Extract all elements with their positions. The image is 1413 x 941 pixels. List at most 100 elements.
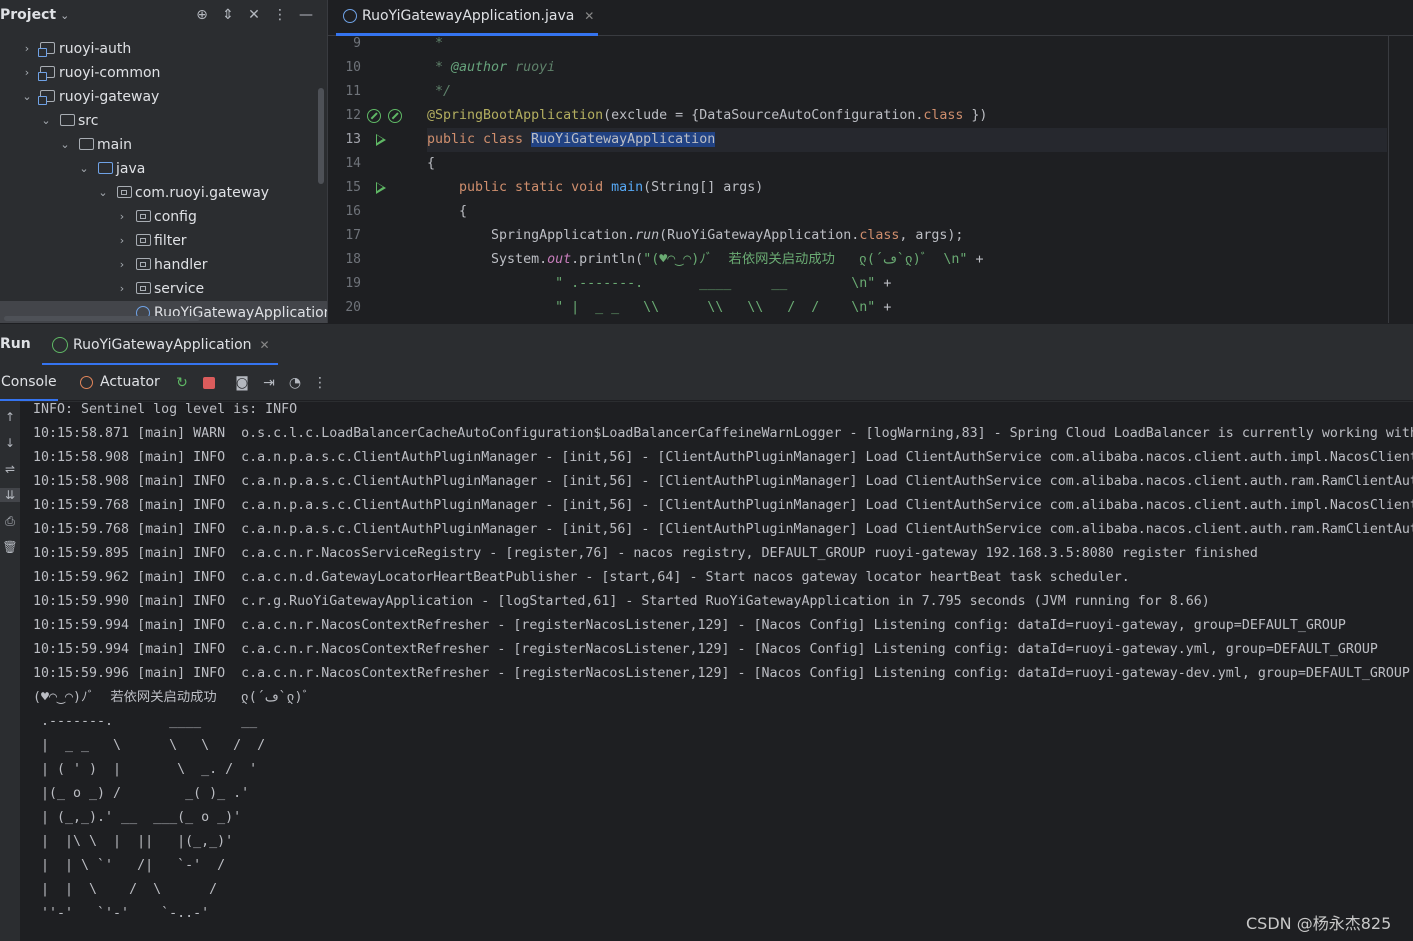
code-line: * @author ruoyi	[427, 56, 555, 80]
package-icon	[136, 234, 151, 246]
package-icon	[136, 210, 151, 222]
close-icon[interactable]: ✕	[584, 0, 594, 32]
code-line: public static void main(String[] args)	[427, 176, 763, 200]
code-token: out	[547, 252, 572, 267]
tree-item-java[interactable]: ⌄ java	[0, 157, 327, 181]
tree-item-main[interactable]: ⌄ main	[0, 133, 327, 157]
tab-console[interactable]: Console	[0, 365, 58, 401]
minimize-icon[interactable]: —	[297, 6, 315, 24]
tree-item-com-ruoyi-gateway[interactable]: ⌄ com.ruoyi.gateway	[0, 181, 327, 205]
console-line: | _ _ \ \ \ / /	[33, 738, 266, 753]
chevron-right-icon[interactable]: ›	[115, 205, 129, 229]
code-token: {	[427, 156, 436, 171]
run-icon[interactable]	[376, 134, 386, 146]
actuator-icon	[80, 376, 93, 389]
console-line: 10:15:59.768 [main] INFO c.a.n.p.a.s.c.C…	[33, 522, 1413, 537]
tree-item-handler[interactable]: › handler	[0, 253, 327, 277]
console-line: | | \ / \ /	[33, 882, 218, 897]
exit-icon[interactable]: ⇥	[260, 374, 278, 392]
editor-tab-ruoyigatewayapplication[interactable]: RuoYiGatewayApplication.java ✕	[336, 0, 599, 36]
console-tab-label: Console	[1, 374, 57, 390]
tree-item-label: filter	[154, 233, 187, 249]
chevron-right-icon[interactable]: ›	[115, 229, 129, 253]
tree-item-config[interactable]: › config	[0, 205, 327, 229]
chevron-right-icon[interactable]: ›	[115, 277, 129, 301]
tree-item-filter[interactable]: › filter	[0, 229, 327, 253]
tree-item-ruoyi-auth[interactable]: › ruoyi-auth	[0, 37, 327, 61]
console-line: 10:15:59.994 [main] INFO c.a.c.n.r.Nacos…	[33, 618, 1346, 633]
tree-vertical-scrollbar[interactable]	[318, 88, 324, 184]
chevron-down-icon[interactable]: ⌄	[77, 157, 91, 181]
chevron-right-icon[interactable]: ›	[20, 37, 34, 61]
tree-item-ruoyi-common[interactable]: › ruoyi-common	[0, 61, 327, 85]
console-line: | (_,_).' __ ___(_ o _)'	[33, 810, 242, 825]
stop-icon[interactable]	[203, 377, 215, 389]
code-line: *	[427, 32, 443, 56]
code-token: , args);	[899, 228, 964, 243]
spring-bean-icon[interactable]	[367, 109, 381, 123]
tab-actuator[interactable]: Actuator	[78, 365, 160, 401]
line-number: 14	[345, 156, 361, 171]
collapse-all-icon[interactable]: ✕	[245, 6, 263, 24]
print-icon[interactable]: ⎙	[0, 514, 20, 529]
tree-horizontal-scrollbar[interactable]	[4, 316, 200, 321]
line-number: 16	[345, 204, 361, 219]
code-line: " | _ _ \\ \\ \\ / / \n" +	[427, 296, 891, 320]
spring-config-icon[interactable]	[388, 109, 402, 123]
tree-item-service[interactable]: › service	[0, 277, 327, 301]
arrow-up-icon[interactable]: ↑	[0, 410, 20, 424]
console-line: | ( ' ) | \ _. / '	[33, 762, 258, 777]
console-line: 10:15:59.962 [main] INFO c.a.c.n.d.Gatew…	[33, 570, 1130, 585]
run-icon[interactable]	[376, 182, 386, 194]
code-token: (RuoYiGatewayApplication.	[659, 228, 860, 243]
camera-icon[interactable]: ◙	[233, 374, 251, 392]
crosshair-icon[interactable]: ⊕	[193, 6, 211, 24]
code-token: class	[859, 228, 900, 243]
tree-item-ruoyi-gateway[interactable]: ⌄ ruoyi-gateway	[0, 85, 327, 109]
chevron-down-icon[interactable]: ⌄	[58, 133, 72, 157]
tree-item-label: handler	[154, 257, 208, 273]
chevron-down-icon[interactable]: ⌄	[39, 109, 53, 133]
tree-item-label: com.ruoyi.gateway	[135, 185, 270, 201]
right-margin-guide	[1388, 36, 1389, 323]
tree-item-label: service	[154, 281, 205, 297]
more-icon[interactable]: ⋮	[271, 6, 289, 24]
code-token: +	[875, 300, 892, 315]
code-token: (String[] args)	[643, 180, 764, 195]
project-view-selector[interactable]: Project ⌄	[0, 7, 69, 23]
actuator-tab-label: Actuator	[100, 374, 160, 390]
more-icon[interactable]: ⋮	[311, 374, 329, 392]
close-icon[interactable]: ✕	[260, 324, 270, 366]
chevron-right-icon[interactable]: ›	[20, 61, 34, 85]
run-config-tab[interactable]: RuoYiGatewayApplication ✕	[42, 324, 278, 366]
scroll-to-end-icon[interactable]: ⇊	[0, 488, 20, 502]
arrow-down-icon[interactable]: ↓	[0, 436, 20, 450]
console-line: 10:15:59.990 [main] INFO c.r.g.RuoYiGate…	[33, 594, 1210, 609]
console-line: 10:15:58.871 [main] WARN o.s.c.l.c.LoadB…	[33, 426, 1413, 441]
code-token: " | _ _ \\ \\ \\ / / \n"	[427, 300, 876, 315]
console-output[interactable]: INFO: Sentinel log level is: INFO 10:15:…	[20, 402, 1413, 941]
project-panel: Project ⌄ ⊕ ⇕ ✕ ⋮ — › ruoyi-auth › ruoyi-…	[0, 0, 327, 323]
soft-wrap-icon[interactable]: ⇌	[0, 462, 20, 476]
tree-item-label: ruoyi-common	[59, 65, 161, 81]
chevron-right-icon[interactable]: ›	[115, 253, 129, 277]
rerun-icon[interactable]: ↻	[173, 374, 191, 392]
line-number: 17	[345, 228, 361, 243]
gauge-icon[interactable]: ◔	[286, 374, 304, 392]
line-number: 9	[353, 36, 361, 51]
trash-icon[interactable]: 🗑	[0, 540, 20, 554]
code-area[interactable]: * * @author ruoyi */ @SpringBootApplicat…	[427, 36, 1387, 323]
console-line: ''-' `'-' `-..-'	[33, 906, 210, 921]
expand-collapse-icon[interactable]: ⇕	[219, 6, 237, 24]
console-line: |(_ o _) / _( )_ .'	[33, 786, 250, 801]
tree-item-src[interactable]: ⌄ src	[0, 109, 327, 133]
package-icon	[136, 282, 151, 294]
code-token: (exclude = {DataSourceAutoConfiguration.	[603, 108, 924, 123]
module-folder-icon	[38, 66, 55, 81]
console-line: (♥◠‿◠)ﾉﾞ 若依网关启动成功 ლ(´ڡ`ლ)ﾞ	[33, 690, 310, 705]
run-panel: Run RuoYiGatewayApplication ✕ Console Ac…	[0, 323, 1413, 941]
code-token: @author	[451, 60, 508, 75]
chevron-down-icon[interactable]: ⌄	[96, 181, 110, 205]
run-title: Run	[0, 336, 31, 352]
chevron-down-icon[interactable]: ⌄	[20, 85, 34, 109]
